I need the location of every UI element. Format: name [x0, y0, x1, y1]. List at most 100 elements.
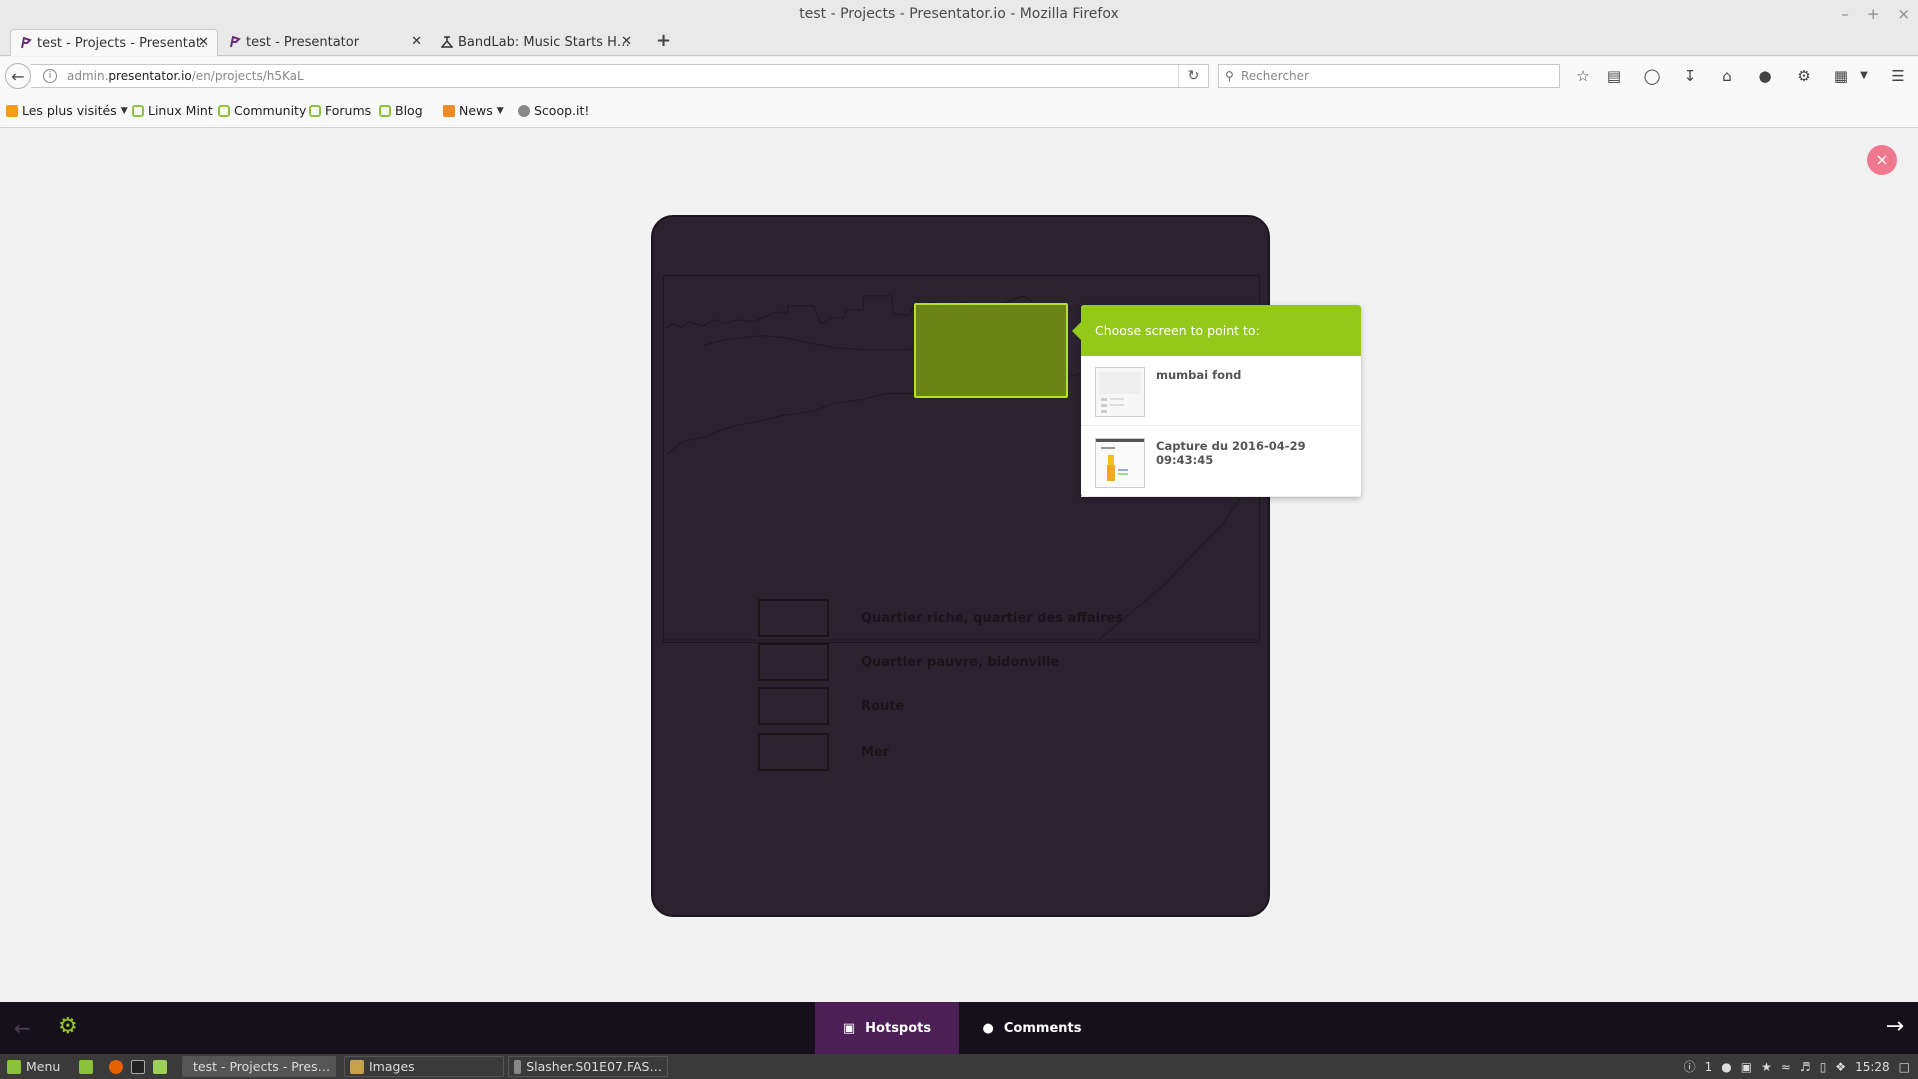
- tab-hotspots[interactable]: ▣ Hotspots: [815, 1002, 959, 1054]
- chevron-down-icon[interactable]: ▼: [1853, 65, 1875, 87]
- legend-item: Mer: [758, 733, 889, 771]
- close-window-button[interactable]: ×: [1897, 0, 1910, 28]
- legend-swatch: [758, 599, 829, 637]
- screen-thumbnail-image: [1096, 368, 1144, 416]
- tab-presentator[interactable]: test - Presentator ✕: [220, 29, 430, 56]
- legend-label: Route: [861, 698, 905, 714]
- bookmark-label: Scoop.it!: [534, 103, 590, 118]
- bookmark-community[interactable]: Community: [218, 103, 306, 118]
- next-screen-icon[interactable]: →: [1886, 1014, 1904, 1039]
- bookmark-les-plus-visites[interactable]: Les plus visités ▼: [6, 103, 128, 118]
- taskbar-window-label: Images: [369, 1059, 415, 1074]
- legend-swatch: [758, 687, 829, 725]
- taskbar-window-video[interactable]: Slasher.S01E07.FAS…: [508, 1056, 668, 1077]
- battery-icon[interactable]: ▯: [1820, 1060, 1827, 1074]
- preview-toolbar: ← ⚙ ▣ Hotspots ● Comments →: [0, 1002, 1918, 1054]
- bookmark-forums[interactable]: Forums: [309, 103, 371, 118]
- user-icon[interactable]: ●: [1721, 1060, 1731, 1074]
- screen-picker-popover: Choose screen to point to: mumbai fond C…: [1072, 305, 1361, 497]
- bookmark-news[interactable]: News ▼: [443, 103, 504, 118]
- dropbox-icon[interactable]: ❖: [1835, 1060, 1846, 1074]
- bookmark-linux-mint[interactable]: Linux Mint: [132, 103, 213, 118]
- menu-icon[interactable]: ☰: [1887, 65, 1909, 87]
- notification-icon[interactable]: ⓘ: [1684, 1058, 1696, 1075]
- reading-list-icon[interactable]: ▤: [1603, 65, 1625, 87]
- tab-comments[interactable]: ● Comments: [959, 1002, 1105, 1054]
- mint-icon: [218, 104, 230, 117]
- home-icon[interactable]: ⌂: [1716, 65, 1738, 87]
- gear-icon[interactable]: ⚙: [58, 1014, 78, 1039]
- bookmark-label: Les plus visités: [22, 103, 117, 118]
- tab-presentator-projects[interactable]: test - Projects - Presentat… ✕: [10, 29, 218, 56]
- workspace-indicator[interactable]: 1: [1705, 1060, 1713, 1074]
- search-icon: ⚲: [1225, 69, 1234, 83]
- chevron-down-icon: ▼: [120, 105, 128, 116]
- bluetooth-icon[interactable]: ★: [1761, 1060, 1772, 1074]
- terminal-icon: [131, 1059, 145, 1074]
- tab-label: test - Presentator: [246, 35, 360, 50]
- taskbar-window-firefox[interactable]: test - Projects - Pres…: [182, 1056, 336, 1077]
- legend-label: Mer: [861, 744, 890, 760]
- download-icon[interactable]: ↧: [1679, 65, 1701, 87]
- taskbar-window-label: test - Projects - Pres…: [193, 1059, 331, 1074]
- hotspot-area[interactable]: [914, 303, 1068, 398]
- back-button[interactable]: ←: [5, 63, 31, 89]
- taskbar-window-images[interactable]: Images: [344, 1056, 504, 1077]
- clipboard-icon[interactable]: ▦: [1830, 65, 1852, 87]
- folder-icon: [6, 104, 18, 117]
- star-icon[interactable]: ☆: [1572, 65, 1594, 87]
- tab-bandlab[interactable]: BandLab: Music Starts H… ✕: [432, 29, 640, 56]
- bookmark-scoop-it[interactable]: Scoop.it!: [518, 103, 589, 118]
- preview-stage: × Quartier riche, quartier des affaires …: [0, 129, 1918, 1002]
- url-host: presentator.io: [108, 69, 192, 83]
- bookmark-blog[interactable]: Blog: [379, 103, 423, 118]
- reload-icon[interactable]: ↻: [1178, 65, 1208, 87]
- show-desktop-icon[interactable]: □: [1899, 1060, 1910, 1074]
- video-player-icon: [514, 1059, 522, 1074]
- maximize-button[interactable]: +: [1867, 0, 1880, 28]
- mint-icon: [132, 104, 144, 117]
- legend-swatch: [758, 733, 829, 771]
- folder-icon: [350, 1059, 364, 1074]
- url-bar[interactable]: i admin.presentator.io/en/projects/h5KaL…: [31, 64, 1209, 88]
- tab-hotspots-label: Hotspots: [865, 1020, 932, 1036]
- tab-close-icon[interactable]: ✕: [411, 34, 422, 49]
- start-menu-button[interactable]: Menu: [2, 1056, 65, 1077]
- launcher-firefox[interactable]: [104, 1056, 128, 1077]
- screen-name: Capture du 2016-04-29 09:43:45: [1156, 439, 1306, 467]
- window-controls: – + ×: [1841, 0, 1910, 28]
- previous-screen-icon[interactable]: ←: [14, 1016, 31, 1040]
- clock[interactable]: 15:28: [1855, 1060, 1890, 1074]
- new-tab-button[interactable]: +: [656, 30, 671, 51]
- extension-icon[interactable]: ⚙: [1793, 65, 1815, 87]
- update-icon[interactable]: ▣: [1741, 1060, 1752, 1074]
- pocket-icon[interactable]: ◯: [1641, 65, 1663, 87]
- os-taskbar: Menu test - Projects - Pres… Images Slas…: [0, 1054, 1918, 1079]
- bookmark-label: Linux Mint: [148, 103, 213, 118]
- close-preview-button[interactable]: ×: [1867, 145, 1897, 175]
- minimize-button[interactable]: –: [1841, 0, 1849, 28]
- window-title: test - Projects - Presentator.io - Mozil…: [799, 6, 1119, 22]
- search-input[interactable]: ⚲ Rechercher: [1218, 64, 1560, 88]
- navigation-toolbar: ← i admin.presentator.io/en/projects/h5K…: [0, 57, 1918, 95]
- screen-name: mumbai fond: [1156, 368, 1242, 382]
- volume-icon[interactable]: ♬: [1800, 1060, 1811, 1074]
- tab-close-icon[interactable]: ✕: [621, 34, 632, 49]
- legend-item: Quartier riche, quartier des affaires: [758, 599, 1123, 637]
- site-info-icon[interactable]: i: [43, 69, 57, 83]
- screen-option[interactable]: mumbai fond: [1081, 356, 1361, 426]
- mint-icon: [379, 104, 391, 117]
- launcher-files[interactable]: [148, 1056, 172, 1077]
- tab-comments-label: Comments: [1003, 1020, 1082, 1036]
- scoop-icon: [518, 104, 530, 117]
- network-icon[interactable]: ≈: [1781, 1060, 1791, 1074]
- screen-option[interactable]: Capture du 2016-04-29 09:43:45: [1081, 427, 1361, 497]
- launcher-terminal[interactable]: [126, 1056, 150, 1077]
- chat-icon[interactable]: ●: [1754, 65, 1776, 87]
- tab-close-icon[interactable]: ✕: [198, 35, 209, 50]
- presentator-favicon-icon: [230, 36, 241, 48]
- show-desktop-button[interactable]: [74, 1056, 98, 1077]
- url-prefix: admin.: [67, 69, 109, 83]
- close-icon: ×: [1875, 150, 1889, 169]
- tab-label: BandLab: Music Starts H…: [458, 35, 630, 50]
